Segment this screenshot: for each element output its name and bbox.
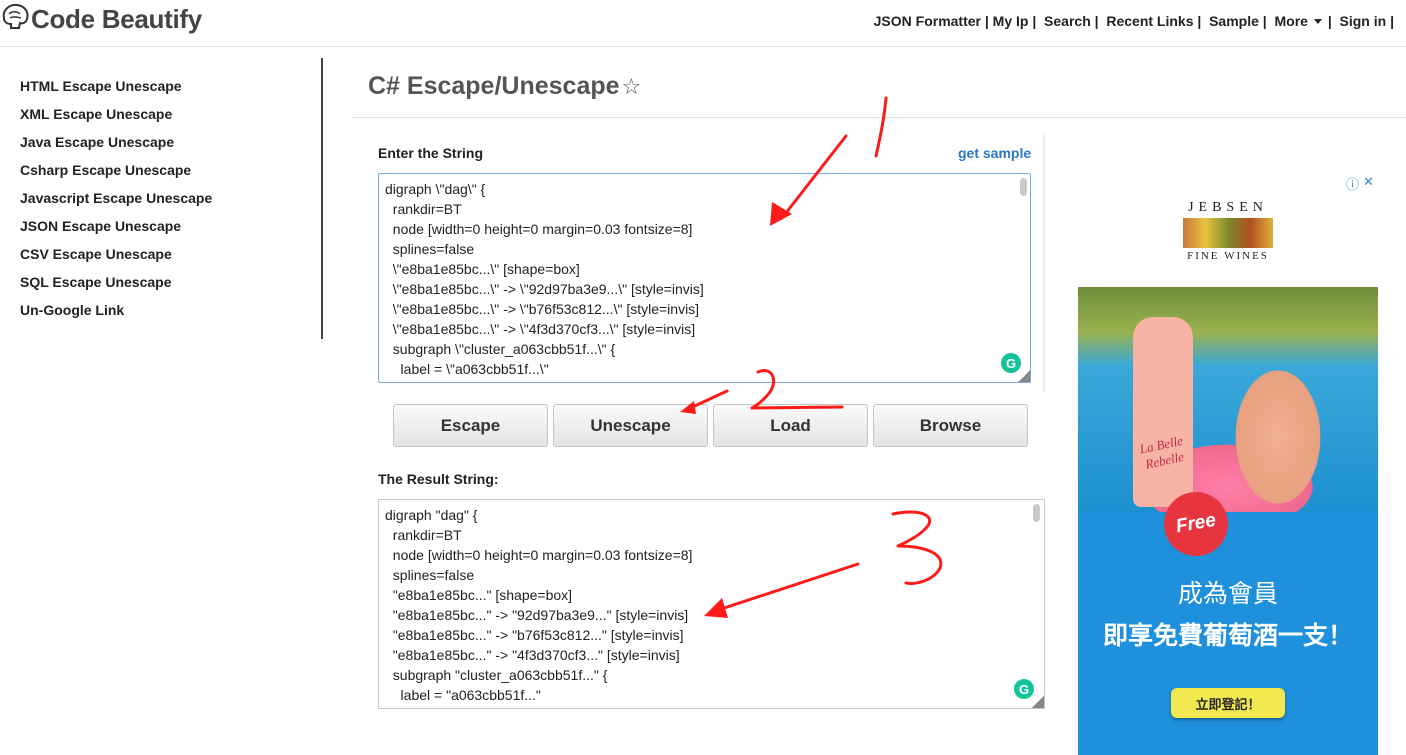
ad-subheadline: 即享免費葡萄酒一支！ [1102, 622, 1353, 650]
ad-controls: ⓘ ✕ [1346, 174, 1374, 193]
info-icon[interactable]: ⓘ [1346, 174, 1359, 193]
site-logo[interactable]: Code Beautify [0, 2, 202, 36]
sidebar-item-javascript[interactable]: Javascript Escape Unescape [20, 188, 320, 216]
load-button[interactable]: Load [713, 404, 868, 447]
nav-recent-links[interactable]: Recent Links | [1099, 13, 1201, 29]
input-scrollbar[interactable] [1020, 178, 1027, 196]
ad-brand-logo[interactable]: JEBSEN FINE WINES [1168, 200, 1288, 262]
ad-brand-image [1183, 218, 1273, 248]
input-textarea[interactable]: digraph \"dag\" { rankdir=BT node [width… [378, 173, 1031, 383]
top-nav: JSON Formatter | My Ip | Search | Recent… [874, 13, 1394, 29]
ad-brand-sub: FINE WINES [1187, 250, 1269, 262]
sidebar-item-csv[interactable]: CSV Escape Unescape [20, 244, 320, 272]
ad-banner[interactable]: La Belle Rebelle Free 成為會員 即享免費葡萄酒一支！ 立即… [1078, 287, 1378, 755]
logo-text: Code Beautify [31, 3, 202, 34]
sidebar-item-csharp[interactable]: Csharp Escape Unescape [20, 160, 320, 188]
resize-handle-icon[interactable] [1032, 696, 1044, 708]
nav-search[interactable]: Search | [1036, 13, 1099, 29]
annotation-number-one [874, 96, 888, 158]
site-header: Code Beautify JSON Formatter | My Ip | S… [0, 0, 1406, 47]
wine-bottle-image [1133, 317, 1193, 507]
unescape-button[interactable]: Unescape [553, 404, 708, 447]
brain-logo-icon [2, 3, 29, 29]
nav-json-formatter[interactable]: JSON Formatter | [874, 13, 989, 29]
grammarly-icon[interactable]: G [1014, 679, 1034, 699]
sidebar-item-json[interactable]: JSON Escape Unescape [20, 216, 320, 244]
nav-sample[interactable]: Sample | [1201, 13, 1267, 29]
result-label: The Result String: [378, 471, 499, 487]
sidebar-item-java[interactable]: Java Escape Unescape [20, 132, 320, 160]
chevron-down-icon [1313, 18, 1322, 24]
close-icon[interactable]: ✕ [1363, 174, 1374, 193]
nav-my-ip[interactable]: My Ip | [989, 13, 1037, 29]
ad-headline: 成為會員 [1177, 580, 1278, 608]
resize-handle-icon[interactable] [1018, 370, 1030, 382]
nav-sign-in[interactable]: Sign in | [1332, 13, 1394, 29]
input-label: Enter the String [378, 145, 484, 161]
page-title: C# Escape/Unescape ☆ [368, 72, 641, 101]
sidebar-item-un-google-link[interactable]: Un-Google Link [20, 300, 320, 328]
escape-button[interactable]: Escape [393, 404, 548, 447]
result-textarea[interactable]: digraph "dag" { rankdir=BT node [width=0… [378, 499, 1045, 709]
ad-photo [1078, 287, 1378, 512]
sidebar-item-html[interactable]: HTML Escape Unescape [20, 76, 320, 104]
ad-register-button[interactable]: 立即登記！ [1171, 688, 1285, 718]
sidebar-item-xml[interactable]: XML Escape Unescape [20, 104, 320, 132]
page-title-text: C# Escape/Unescape [368, 72, 620, 100]
nav-separator: | [1323, 13, 1332, 29]
sidebar-item-sql[interactable]: SQL Escape Unescape [20, 272, 320, 300]
sidebar-divider [321, 58, 323, 339]
sidebar: HTML Escape Unescape XML Escape Unescape… [20, 76, 320, 328]
title-divider [352, 117, 1406, 118]
star-icon[interactable]: ☆ [622, 74, 642, 100]
nav-more-label: More [1266, 13, 1308, 29]
get-sample-link[interactable]: get sample [958, 145, 1031, 161]
panel-divider [1043, 133, 1045, 393]
ad-brand-name: JEBSEN [1188, 200, 1268, 215]
result-scrollbar[interactable] [1033, 504, 1040, 522]
browse-button[interactable]: Browse [873, 404, 1028, 447]
nav-more[interactable]: More [1267, 13, 1324, 29]
